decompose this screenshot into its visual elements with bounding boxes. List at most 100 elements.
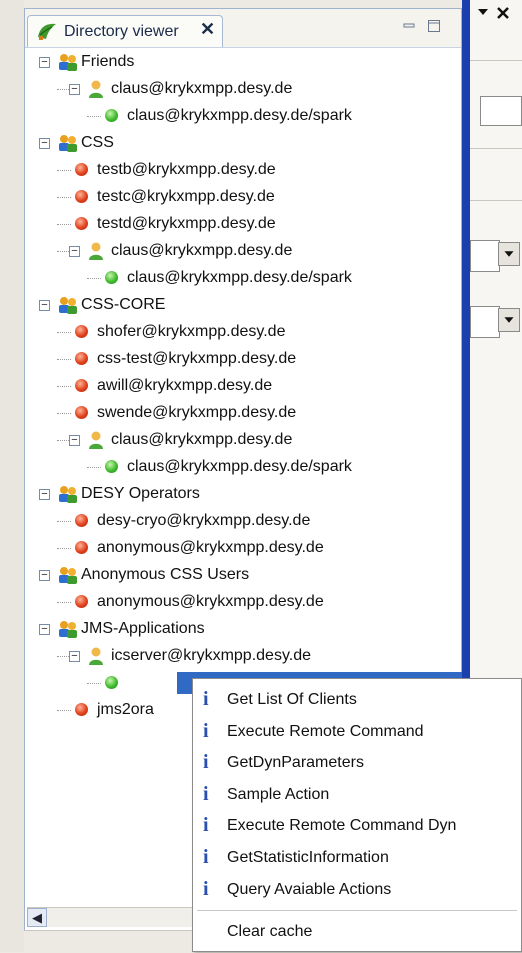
tree-connector-line (57, 170, 71, 171)
tree-connector-line (57, 602, 71, 603)
group-icon (59, 54, 77, 71)
collapse-toggle-icon[interactable]: − (39, 624, 50, 635)
tree-node-group[interactable]: − Anonymous CSS Users (25, 562, 461, 588)
tree-node-label: claus@krykxmpp.desy.de (111, 242, 293, 259)
offline-status-icon (75, 190, 88, 203)
collapse-toggle-icon[interactable]: − (39, 138, 50, 149)
menu-item-label: Query Avaiable Actions (227, 880, 392, 898)
collapse-toggle-icon[interactable]: − (39, 570, 50, 581)
menu-item[interactable]: i Execute Remote Command Dyn (193, 811, 522, 841)
tree-connector-line (57, 710, 71, 711)
tree-connector-line (57, 413, 71, 414)
chevron-down-icon[interactable] (498, 308, 520, 332)
tree-node-contact[interactable]: testb@krykxmpp.desy.de (25, 157, 461, 183)
tree-connector-line (87, 683, 101, 684)
menu-item-label: Execute Remote Command Dyn (227, 817, 457, 835)
collapse-toggle-icon[interactable]: − (69, 651, 80, 662)
tree-node-label: DESY Operators (81, 485, 200, 502)
tree-node-label: testc@krykxmpp.desy.de (97, 188, 275, 205)
left-margin-strip (0, 0, 24, 952)
tree-node-contact[interactable]: testc@krykxmpp.desy.de (25, 184, 461, 210)
menu-item[interactable]: i GetStatisticInformation (193, 843, 522, 873)
tab-directory-viewer[interactable]: Directory viewer ✕ (27, 15, 223, 47)
tree-node-contact[interactable]: awill@krykxmpp.desy.de (25, 373, 461, 399)
minimize-icon[interactable] (402, 19, 416, 33)
tree-node-resource[interactable]: claus@krykxmpp.desy.de/spark (25, 103, 461, 129)
tree-connector-line (57, 386, 71, 387)
menu-item-label: Clear cache (227, 923, 313, 940)
combo-field[interactable] (470, 240, 500, 272)
group-icon (59, 486, 77, 503)
info-icon: i (203, 751, 209, 774)
chevron-down-icon[interactable] (498, 242, 520, 266)
offline-status-icon (75, 595, 88, 608)
collapse-toggle-icon[interactable]: − (39, 489, 50, 500)
tree-node-contact[interactable]: desy-cryo@krykxmpp.desy.de (25, 508, 461, 534)
close-icon[interactable]: ✕ (200, 19, 215, 40)
info-icon: i (203, 814, 209, 837)
tree-node-contact[interactable]: css-test@krykxmpp.desy.de (25, 346, 461, 372)
tree-node-group[interactable]: − DESY Operators (25, 481, 461, 507)
online-status-icon (105, 271, 118, 284)
info-icon: i (203, 846, 209, 868)
menu-item-label: GetStatisticInformation (227, 849, 389, 866)
tree-node-group[interactable]: − CSS-CORE (25, 292, 461, 318)
tree-node-contact[interactable]: anonymous@krykxmpp.desy.de (25, 535, 461, 561)
tree-node-label: anonymous@krykxmpp.desy.de (97, 593, 324, 610)
maximize-icon[interactable] (427, 19, 441, 33)
collapse-toggle-icon[interactable]: − (39, 300, 50, 311)
text-field[interactable] (480, 96, 522, 126)
tree-connector-line (57, 332, 71, 333)
tree-node-label: jms2ora (97, 701, 154, 718)
offline-status-icon (75, 325, 88, 338)
tree-node-label: icserver@krykxmpp.desy.de (111, 647, 311, 664)
tree-node-group[interactable]: − CSS (25, 130, 461, 156)
info-icon: i (203, 782, 209, 805)
tree-node-label: icse (127, 674, 156, 691)
tree-node-user[interactable]: − claus@krykxmpp.desy.de (25, 427, 461, 453)
person-icon (89, 242, 103, 260)
combo-field[interactable] (470, 306, 500, 338)
menu-item[interactable]: i Execute Remote Command (193, 717, 522, 747)
view-menu-icon[interactable] (476, 6, 516, 20)
tree-connector-line (57, 224, 71, 225)
tree-node-contact[interactable]: swende@krykxmpp.desy.de (25, 400, 461, 426)
info-icon: i (203, 877, 209, 900)
divider (470, 148, 522, 149)
tree-connector-line (87, 278, 101, 279)
tree-node-label: claus@krykxmpp.desy.de/spark (127, 107, 352, 124)
offline-status-icon (75, 406, 88, 419)
menu-item[interactable]: i GetDynParameters (193, 748, 522, 778)
menu-item[interactable]: i Sample Action (193, 780, 522, 810)
tree-connector-line (87, 116, 101, 117)
tree-node-contact[interactable]: shofer@krykxmpp.desy.de (25, 319, 461, 345)
tree-connector-line (57, 548, 71, 549)
clear-cache-item[interactable]: Clear cache (193, 917, 522, 947)
tree-node-label: anonymous@krykxmpp.desy.de (97, 539, 324, 556)
view-title: Directory viewer (64, 23, 179, 40)
tree-node-label: testb@krykxmpp.desy.de (97, 161, 276, 178)
tree-node-user[interactable]: − claus@krykxmpp.desy.de (25, 76, 461, 102)
tree-node-user[interactable]: − icserver@krykxmpp.desy.de (25, 643, 461, 669)
tree-node-resource[interactable]: claus@krykxmpp.desy.de/spark (25, 265, 461, 291)
tree-node-label: awill@krykxmpp.desy.de (97, 377, 273, 394)
tree-node-user[interactable]: − claus@krykxmpp.desy.de (25, 238, 461, 264)
collapse-toggle-icon[interactable]: − (69, 435, 80, 446)
menu-item[interactable]: i Query Avaiable Actions (193, 875, 522, 905)
tree-node-group[interactable]: − Friends (25, 49, 461, 75)
view-header: Directory viewer ✕ (25, 9, 461, 48)
collapse-toggle-icon[interactable]: − (69, 246, 80, 257)
tree-node-group[interactable]: − JMS-Applications (25, 616, 461, 642)
scroll-left-icon[interactable]: ◀ (27, 908, 47, 927)
menu-item-label: Execute Remote Command (227, 722, 424, 740)
tree-node-label: claus@krykxmpp.desy.de (111, 431, 293, 448)
tree-connector-line (57, 359, 71, 360)
offline-status-icon (75, 379, 88, 392)
tree-node-contact[interactable]: anonymous@krykxmpp.desy.de (25, 589, 461, 615)
tree-node-resource[interactable]: claus@krykxmpp.desy.de/spark (25, 454, 461, 480)
collapse-toggle-icon[interactable]: − (39, 57, 50, 68)
tree-node-label: testd@krykxmpp.desy.de (97, 215, 276, 232)
collapse-toggle-icon[interactable]: − (69, 84, 80, 95)
tree-node-contact[interactable]: testd@krykxmpp.desy.de (25, 211, 461, 237)
menu-item[interactable]: i Get List Of Clients (193, 685, 522, 715)
